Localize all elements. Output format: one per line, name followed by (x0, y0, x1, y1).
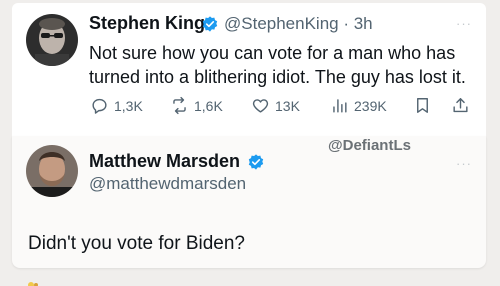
share-icon (453, 98, 468, 113)
verified-badge-icon (248, 154, 264, 170)
author-handle[interactable]: @StephenKing · 3h (224, 14, 373, 34)
bookmark-icon (417, 98, 428, 113)
verified-badge-icon (202, 16, 218, 32)
tweet-text: Not sure how you can vote for a man who … (89, 43, 466, 87)
like-icon (252, 99, 269, 113)
repost-icon (173, 96, 186, 115)
watermark: @DefiantLs (328, 137, 411, 154)
repost-button[interactable]: 1,6K (170, 96, 223, 115)
like-button[interactable]: 13K (251, 96, 300, 115)
emoji-fragment-icon (28, 282, 38, 286)
share-button[interactable] (451, 96, 470, 115)
reply-avatar[interactable] (26, 145, 78, 197)
views-count: 239K (354, 97, 387, 114)
views-button[interactable]: 239K (330, 96, 387, 115)
avatar[interactable] (26, 14, 78, 66)
like-count: 13K (275, 97, 300, 114)
reply-count: 1,3K (114, 97, 143, 114)
reply-button[interactable]: 1,3K (90, 96, 143, 115)
reply-author-handle[interactable]: @matthewdmarsden (89, 174, 246, 194)
author-name[interactable]: Stephen King (89, 13, 205, 34)
reply-more-icon[interactable]: ··· (456, 156, 472, 171)
bookmark-button[interactable] (413, 96, 432, 115)
more-icon[interactable]: ··· (456, 16, 472, 31)
reply-text: Didn't you vote for Biden? (28, 233, 245, 254)
views-icon (333, 99, 347, 113)
repost-count: 1,6K (194, 97, 223, 114)
reply-author-name[interactable]: Matthew Marsden (89, 151, 240, 172)
reply-icon (92, 98, 107, 114)
